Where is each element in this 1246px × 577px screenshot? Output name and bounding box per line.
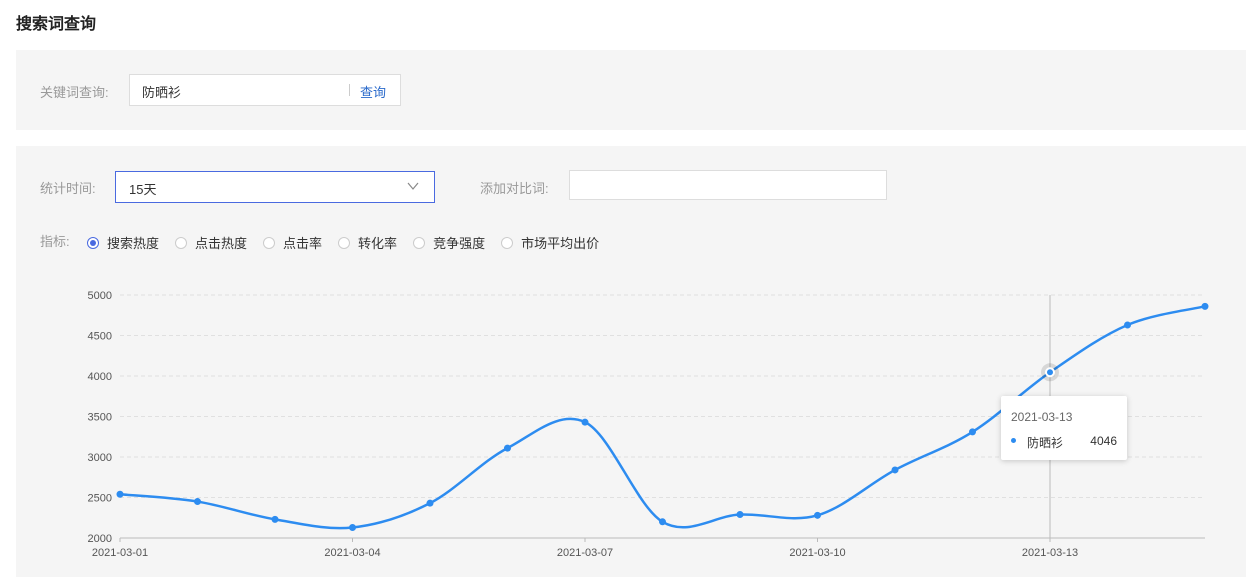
data-point <box>814 511 821 519</box>
y-tick-label: 5000 <box>88 290 112 302</box>
data-point <box>1201 302 1209 310</box>
tooltip-date: 2021-03-13 <box>1011 410 1073 424</box>
y-tick-label: 3000 <box>88 452 112 464</box>
x-tick-label: 2021-03-01 <box>92 547 148 559</box>
data-point <box>1045 367 1055 378</box>
data-point <box>891 466 899 474</box>
x-tick-label: 2021-03-07 <box>557 547 613 559</box>
data-point <box>581 418 589 426</box>
search-heat-chart: 2000 2500 3000 3500 4000 4500 5000 2021-03-01 20… <box>88 290 1209 559</box>
data-point <box>659 518 666 526</box>
data-point <box>194 498 201 506</box>
y-tick-label: 3500 <box>88 412 112 424</box>
y-tick-label: 4000 <box>88 371 112 383</box>
x-tick-label: 2021-03-13 <box>1022 547 1078 559</box>
data-point <box>426 499 434 507</box>
y-tick-label: 2000 <box>88 533 112 545</box>
data-point <box>504 444 511 452</box>
data-point <box>349 523 356 531</box>
x-tick-label: 2021-03-10 <box>789 547 845 559</box>
y-tick-label: 2500 <box>88 493 112 505</box>
data-point <box>736 511 744 519</box>
data-point <box>969 428 976 436</box>
chart-tooltip: 2021-03-13 防晒衫 4046 <box>1001 396 1127 460</box>
y-tick-label: 4500 <box>88 331 112 343</box>
tooltip-value: 4046 <box>1090 434 1117 448</box>
data-point <box>1124 321 1131 329</box>
x-tick-label: 2021-03-04 <box>324 547 380 559</box>
data-point <box>271 515 279 523</box>
tooltip-series-dot <box>1011 438 1016 443</box>
tooltip-series-name: 防晒衫 <box>1027 436 1064 450</box>
data-point <box>116 490 124 498</box>
